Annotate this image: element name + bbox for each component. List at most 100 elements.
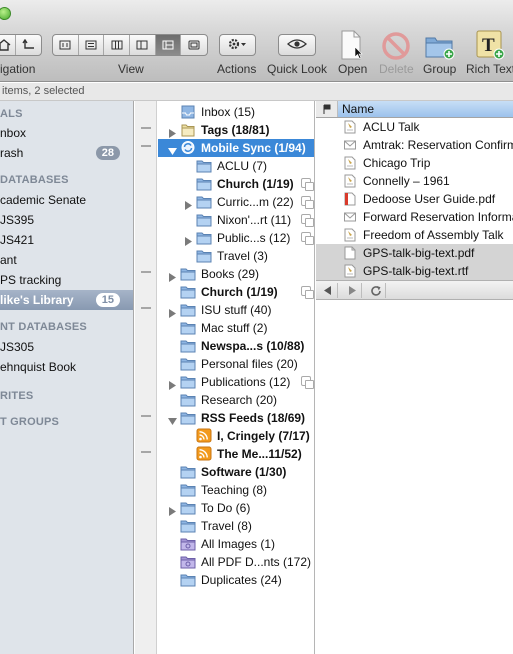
folder-icon [180,392,196,407]
dash-marker [141,127,151,129]
group-item[interactable]: Mac stuff (2) [158,319,314,337]
rich-text-document-icon [344,156,356,170]
sidebar-item-js305[interactable]: JS305 [0,337,133,357]
group-item[interactable]: Church (1/19) [158,283,314,301]
group-item[interactable]: Church (1/19) [158,175,314,193]
group-item[interactable]: Mobile Sync (1/94) [158,139,314,157]
group-item[interactable]: Inbox (15) [158,103,314,121]
group-item-label: Church (1/19) [217,177,294,191]
list-item[interactable]: Dedoose User Guide.pdf [316,190,513,208]
group-item[interactable]: To Do (6) [158,499,314,517]
disclosure-closed-icon[interactable] [168,503,177,516]
split-gutter[interactable] [135,101,157,654]
group-item[interactable]: All PDF D...nts (172) [158,553,314,571]
group-item[interactable]: Research (20) [158,391,314,409]
view-split-icon[interactable] [130,35,156,55]
group-item[interactable]: ACLU (7) [158,157,314,175]
sidebar-item-gps-tracking[interactable]: PS tracking [0,270,133,290]
list-header: Name [316,101,513,118]
replicant-icon [301,214,314,227]
sidebar-item-js395[interactable]: JS395 [0,210,133,230]
group-item[interactable]: Teaching (8) [158,481,314,499]
sidebar-item-inbox[interactable]: nbox [0,123,133,143]
view-columns-icon[interactable] [104,35,131,55]
sidebar-item-ant[interactable]: ant [0,250,133,270]
title-bar [0,0,513,28]
group-item-label: ISU stuff (40) [201,303,272,317]
delete-icon[interactable] [381,31,411,61]
group-item[interactable]: ISU stuff (40) [158,301,314,319]
list-item[interactable]: GPS-talk-big-text.rtf [316,262,513,280]
list-item[interactable]: Forward Reservation Informa [316,208,513,226]
rich-text-icon[interactable]: T [474,30,506,60]
group-item[interactable]: Books (29) [158,265,314,283]
group-item-label: Public...s (12) [217,231,291,245]
disclosure-closed-icon[interactable] [168,269,177,282]
eye-icon [287,38,307,53]
flag-column-header[interactable] [316,101,338,117]
disclosure-open-icon[interactable] [168,413,177,425]
list-item[interactable]: Chicago Trip [316,154,513,172]
group-item[interactable]: Software (1/30) [158,463,314,481]
quick-look-button[interactable] [278,34,316,56]
disclosure-closed-icon[interactable] [168,305,177,318]
list-item[interactable]: Amtrak: Reservation Confirm [316,136,513,154]
email-document-icon [344,210,356,224]
group-item-label: All PDF D...nts (172) [201,555,312,569]
sidebar-item-js421[interactable]: JS421 [0,230,133,250]
view-three-pane-icon[interactable] [155,35,182,55]
back-arrow-icon[interactable] [318,283,338,298]
group-item[interactable]: Public...s (12) [158,229,314,247]
replicant-icon [301,178,314,191]
disclosure-closed-icon[interactable] [168,377,177,390]
group-item[interactable]: The Me...11/52) [158,445,314,463]
delete-label: Delete [379,62,414,76]
sidebar-item-academic-senate[interactable]: cademic Senate [0,190,133,210]
group-item[interactable]: Curric...m (22) [158,193,314,211]
group-item[interactable]: All Images (1) [158,535,314,553]
folder-icon [180,320,196,335]
document-list: Name ACLU Talk Amtrak: Reservation Confir… [316,101,513,654]
home-icon[interactable] [0,35,17,55]
view-icons-icon[interactable] [53,35,79,55]
new-group-icon[interactable] [424,32,456,60]
list-item[interactable]: ACLU Talk [316,118,513,136]
dash-marker [141,271,151,273]
disclosure-closed-icon[interactable] [184,197,193,210]
group-item[interactable]: RSS Feeds (18/69) [158,409,314,427]
disclosure-open-icon[interactable] [168,143,177,155]
folder-icon [180,302,196,317]
group-item[interactable]: Tags (18/81) [158,121,314,139]
refresh-icon[interactable] [366,283,386,298]
group-item[interactable]: Nixon'...rt (11) [158,211,314,229]
sidebar-item-trash[interactable]: rash 28 [0,143,133,163]
gear-icon [228,38,248,53]
sidebar-item-label: JS395 [0,213,35,227]
actions-label: Actions [217,62,257,76]
disclosure-closed-icon[interactable] [184,233,193,246]
sidebar-item-rehnquist-book[interactable]: ehnquist Book [0,357,133,377]
view-preview-icon[interactable] [181,35,207,55]
group-item[interactable]: I, Cringely (7/17) [158,427,314,445]
name-column-header[interactable]: Name [338,101,513,117]
go-up-icon[interactable] [16,35,41,55]
group-item[interactable]: Duplicates (24) [158,571,314,589]
forward-arrow-icon[interactable] [342,283,362,298]
actions-button[interactable] [219,34,256,56]
list-item[interactable]: GPS-talk-big-text.pdf [316,244,513,262]
view-list-icon[interactable] [79,35,105,55]
group-item[interactable]: Travel (3) [158,247,314,265]
group-item[interactable]: Personal files (20) [158,355,314,373]
zoom-window-button[interactable] [0,7,11,20]
group-item-label: To Do (6) [201,501,251,515]
dash-marker [141,415,151,417]
group-item[interactable]: Travel (8) [158,517,314,535]
list-item[interactable]: Connelly – 1961 [316,172,513,190]
sidebar-item-mikes-library[interactable]: like's Library 15 [0,290,133,310]
group-item-label: All Images (1) [201,537,276,551]
group-item[interactable]: Newspa...s (10/88) [158,337,314,355]
list-item[interactable]: Freedom of Assembly Talk [316,226,513,244]
document-icon[interactable] [339,30,363,60]
group-item[interactable]: Publications (12) [158,373,314,391]
disclosure-closed-icon[interactable] [168,125,177,138]
